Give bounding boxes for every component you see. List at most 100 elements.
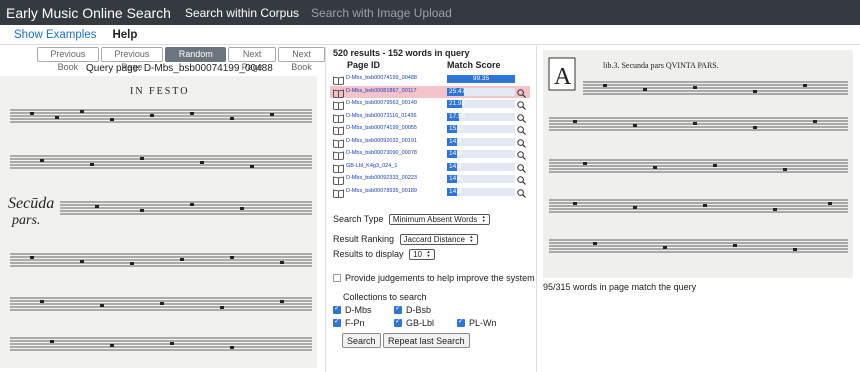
brand-title[interactable]: Early Music Online Search bbox=[6, 5, 171, 21]
ranking-select[interactable]: Jaccard Distance bbox=[399, 234, 478, 245]
match-score-bar: 17.56 bbox=[447, 112, 515, 121]
result-page-id[interactable]: D-Mbs_bsb00073090_00078 bbox=[346, 150, 417, 156]
match-score-bar: 15.1 bbox=[447, 125, 515, 133]
collection-checkbox-pl-wn[interactable] bbox=[457, 317, 465, 327]
col-page-id: Page ID bbox=[347, 60, 381, 70]
page-navigation: Previous Book Previous Page Random Page … bbox=[37, 47, 325, 72]
match-score-bar: 14.6 bbox=[447, 187, 515, 196]
svg-text:A: A bbox=[554, 64, 572, 90]
match-score-value: 15.1 bbox=[449, 125, 462, 132]
result-page-id[interactable]: D-Mbs_bsb00078935_00189 bbox=[346, 188, 417, 194]
magnifier-icon[interactable] bbox=[517, 87, 526, 98]
result-page-id[interactable]: D-Mbs_bsb00092032_00191 bbox=[346, 138, 417, 144]
result-row[interactable]: D-Mbs_bsb00092032_00191 14.6 bbox=[330, 136, 530, 149]
sub-navbar: Show Examples Help bbox=[0, 25, 860, 45]
match-score-value: 14.6 bbox=[449, 150, 462, 157]
book-icon[interactable] bbox=[333, 99, 344, 111]
collection-checkbox-f-pn[interactable] bbox=[333, 317, 341, 327]
judgements-label: Provide judgements to help improve the s… bbox=[345, 273, 535, 283]
nav-search-image-upload[interactable]: Search with Image Upload bbox=[311, 6, 452, 20]
book-icon[interactable] bbox=[333, 149, 344, 161]
query-pane: Previous Book Previous Page Random Page … bbox=[0, 46, 325, 372]
search-type-label: Search Type bbox=[333, 214, 384, 224]
collection-checkbox-d-mbs[interactable] bbox=[333, 304, 341, 314]
help-link[interactable]: Help bbox=[112, 29, 137, 41]
query-score-image: IN FESTO Secūda pars. bbox=[0, 76, 317, 368]
match-score-bar: 14.6 bbox=[447, 162, 515, 171]
result-row[interactable]: D-Mbs_bsb00073116_01436 17.56 bbox=[330, 111, 530, 124]
magnifier-icon[interactable] bbox=[517, 112, 526, 123]
magnifier-icon[interactable] bbox=[517, 149, 526, 160]
magnifier-icon[interactable] bbox=[517, 124, 526, 135]
book-icon[interactable] bbox=[333, 174, 344, 186]
search-type-select[interactable]: Minimum Absent Words bbox=[388, 214, 491, 225]
results-pane: 520 results - 152 words in query Page ID… bbox=[327, 46, 535, 372]
match-score-bar: 14.6 bbox=[447, 137, 515, 146]
results-summary: 520 results - 152 words in query bbox=[333, 48, 470, 58]
search-button[interactable]: Search bbox=[342, 333, 381, 348]
result-page-id[interactable]: D-Mbs_bsb00081867_00117 bbox=[346, 88, 417, 94]
result-row[interactable]: D-Mbs_bsb00081867_00117 25.47 bbox=[330, 85, 530, 98]
result-page-id[interactable]: D-Mbs_bsb00073116_01436 bbox=[346, 113, 417, 119]
match-score-value: 14.6 bbox=[449, 175, 462, 182]
match-score-bar: 14.6 bbox=[447, 150, 515, 158]
show-examples-link[interactable]: Show Examples bbox=[14, 29, 96, 41]
music-staves: Secūda pars. bbox=[8, 109, 312, 351]
result-page-id[interactable]: GB-Lbl_K4g3_024_1 bbox=[346, 163, 397, 169]
result-row[interactable]: GB-Lbl_K4g3_024_1 14.6 bbox=[330, 161, 530, 174]
result-page-id[interactable]: D-Mbs_bsb00092333_00223 bbox=[346, 175, 417, 181]
result-row[interactable]: D-Mbs_bsb00079563_00149 21.92 bbox=[330, 98, 530, 111]
result-row[interactable]: D-Mbs_bsb00073090_00078 14.6 bbox=[330, 148, 530, 161]
result-row[interactable]: D-Mbs_bsb00074199_00055 15.1 bbox=[330, 123, 530, 136]
display-count-select[interactable]: 10 bbox=[409, 249, 435, 260]
book-icon[interactable] bbox=[333, 137, 344, 148]
svg-text:Secūda: Secūda bbox=[8, 195, 54, 212]
collections-label: Collections to search bbox=[343, 292, 427, 302]
judgements-checkbox[interactable] bbox=[333, 274, 341, 282]
previous-book-button[interactable]: Previous Book bbox=[37, 47, 99, 72]
book-icon[interactable] bbox=[333, 74, 344, 86]
result-row[interactable]: D-Mbs_bsb00092333_00223 14.6 bbox=[330, 173, 530, 186]
result-row[interactable]: D-Mbs_bsb00074199_00488 99.35 bbox=[330, 73, 530, 86]
result-page-id[interactable]: D-Mbs_bsb00079563_00149 bbox=[346, 100, 417, 106]
result-row[interactable]: D-Mbs_bsb00078935_00189 14.6 bbox=[330, 186, 530, 199]
result-preview-pane: A lib.3. Secunda pars QVINTA PARS. 95/31… bbox=[537, 46, 860, 372]
book-icon[interactable] bbox=[333, 124, 344, 136]
ranking-label: Result Ranking bbox=[333, 234, 395, 244]
book-icon[interactable] bbox=[333, 87, 344, 98]
magnifier-icon[interactable] bbox=[517, 162, 526, 173]
result-music-staves: A lib.3. Secunda pars QVINTA PARS. bbox=[548, 57, 848, 253]
nav-search-corpus[interactable]: Search within Corpus bbox=[185, 6, 299, 20]
match-score-bar: 21.92 bbox=[447, 100, 515, 108]
match-score-bar: 14.6 bbox=[447, 175, 515, 183]
match-score-value: 14.6 bbox=[449, 137, 462, 145]
collection-label: D-Mbs bbox=[345, 305, 372, 315]
collection-checkbox-gb-lbl[interactable] bbox=[394, 317, 402, 327]
match-score-value: 99.35 bbox=[472, 75, 490, 82]
result-page-id[interactable]: D-Mbs_bsb00074199_00488 bbox=[346, 75, 417, 81]
book-icon[interactable] bbox=[333, 162, 344, 173]
magnifier-icon[interactable] bbox=[517, 174, 526, 185]
match-score-value: 17.56 bbox=[449, 112, 466, 120]
random-page-button[interactable]: Random Page bbox=[165, 47, 227, 72]
match-score-value: 21.92 bbox=[449, 100, 466, 107]
magnifier-icon[interactable] bbox=[517, 99, 526, 110]
collection-checkbox-d-bsb[interactable] bbox=[394, 304, 402, 314]
words-match-text: 95/315 words in page match the query bbox=[543, 282, 697, 292]
collection-label: PL-Wn bbox=[469, 318, 497, 328]
repeat-search-button[interactable]: Repeat last Search bbox=[383, 333, 470, 348]
svg-text:pars.: pars. bbox=[11, 213, 40, 228]
match-score-value: 25.47 bbox=[449, 87, 466, 95]
result-page-id[interactable]: D-Mbs_bsb00074199_00055 bbox=[346, 125, 417, 131]
book-icon[interactable] bbox=[333, 187, 344, 198]
magnifier-icon[interactable] bbox=[517, 187, 526, 198]
results-list: D-Mbs_bsb00074199_00488 99.35 D-Mbs_bsb000… bbox=[330, 73, 530, 198]
magnifier-icon[interactable] bbox=[517, 137, 526, 148]
book-icon[interactable] bbox=[333, 112, 344, 123]
query-page-label: Query page: D-Mbs_bsb00074199_00488 bbox=[86, 63, 273, 74]
previous-page-button[interactable]: Previous Page bbox=[100, 47, 164, 72]
display-count-label: Results to display bbox=[333, 249, 404, 259]
next-page-button[interactable]: Next Page bbox=[228, 47, 276, 72]
match-score-bar: 99.35 bbox=[447, 75, 515, 83]
next-book-button[interactable]: Next Book bbox=[277, 47, 325, 72]
